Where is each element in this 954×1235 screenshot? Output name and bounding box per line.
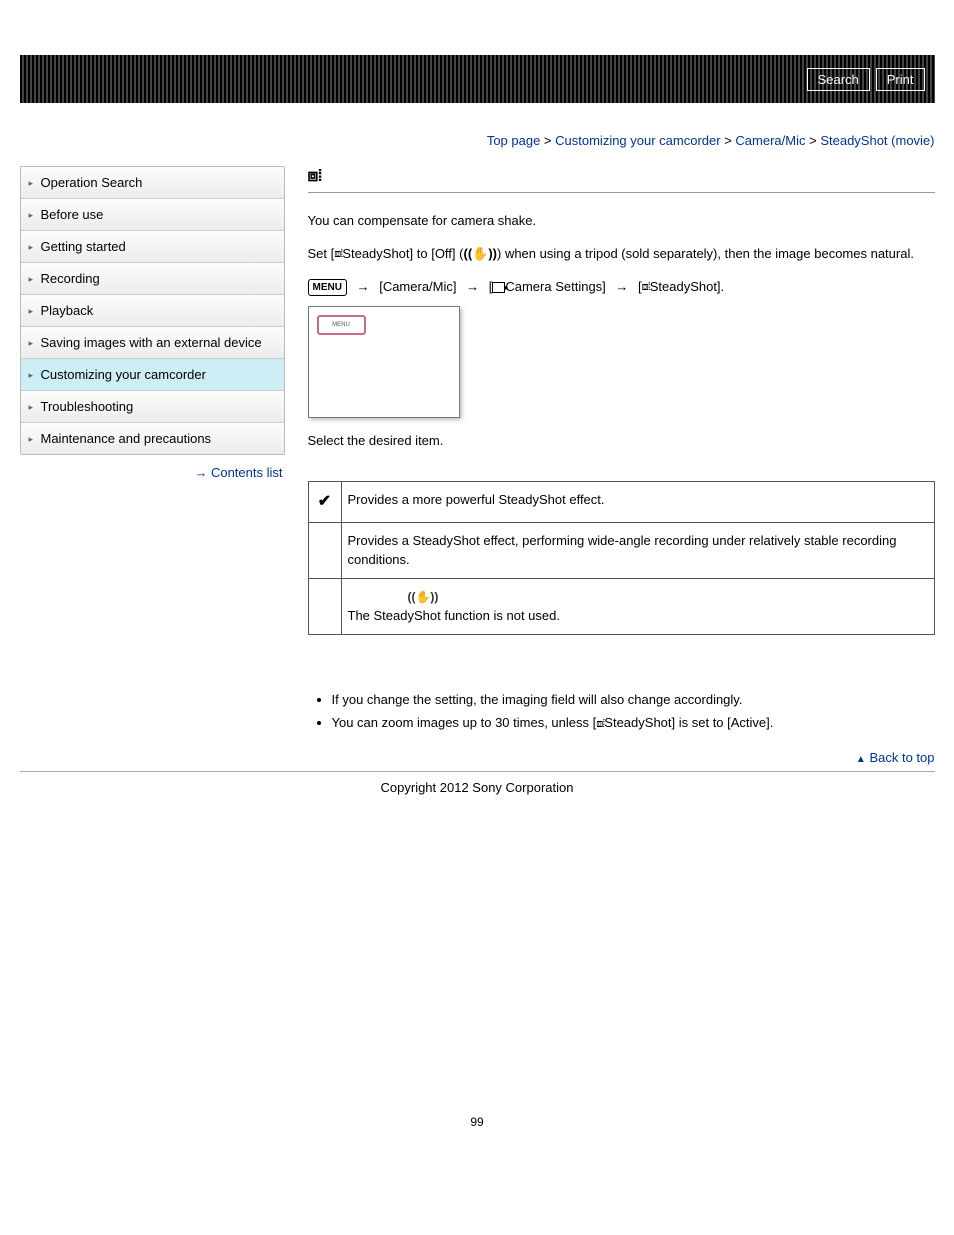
option-standard-desc: Provides a SteadyShot effect, performing… xyxy=(341,522,934,578)
main-content: ⧈⁞ You can compensate for camera shake. … xyxy=(308,166,935,767)
sidebar-item-operation-search[interactable]: Operation Search xyxy=(21,167,284,199)
film-icon-inline-2: ⧈⁞ xyxy=(642,279,650,296)
option-off-desc: ((✋)) The SteadyShot function is not use… xyxy=(341,578,934,634)
lcd-menu-highlight: MENU xyxy=(317,315,366,335)
sidebar-item-customizing[interactable]: Customizing your camcorder xyxy=(21,359,284,391)
sidebar: Operation Search Before use Getting star… xyxy=(20,166,285,455)
back-to-top-link[interactable]: Back to top xyxy=(869,750,934,765)
breadcrumb-top[interactable]: Top page xyxy=(487,133,541,148)
table-row: Provides a SteadyShot effect, performing… xyxy=(308,522,934,578)
checkmark-icon: ✔ xyxy=(318,493,331,510)
arrow-icon: → xyxy=(194,465,207,480)
table-row: ((✋)) The SteadyShot function is not use… xyxy=(308,578,934,634)
breadcrumb-customizing[interactable]: Customizing your camcorder xyxy=(555,133,720,148)
copyright: Copyright 2012 Sony Corporation xyxy=(20,780,935,795)
print-button[interactable]: Print xyxy=(876,68,925,91)
option-active-desc: Provides a more powerful SteadyShot effe… xyxy=(341,481,934,522)
breadcrumb: Top page > Customizing your camcorder > … xyxy=(20,133,935,148)
page-title: ⧈⁞ xyxy=(308,166,935,193)
intro-text-2: Set [⧈⁞SteadyShot] to [Off] (((✋))) when… xyxy=(308,244,935,264)
lcd-screenshot: MENU xyxy=(308,306,460,418)
breadcrumb-current: SteadyShot (movie) xyxy=(820,133,934,148)
camera-icon xyxy=(492,282,505,293)
note-1: If you change the setting, the imaging f… xyxy=(332,690,935,710)
select-instruction: Select the desired item. xyxy=(308,431,935,451)
sidebar-item-recording[interactable]: Recording xyxy=(21,263,284,295)
contents-list-wrap: → Contents list xyxy=(20,465,283,480)
sidebar-item-troubleshooting[interactable]: Troubleshooting xyxy=(21,391,284,423)
intro-text-1: You can compensate for camera shake. xyxy=(308,211,935,231)
menu-button-icon: MENU xyxy=(308,279,347,296)
sidebar-item-maintenance[interactable]: Maintenance and precautions xyxy=(21,423,284,454)
steadyshot-off-icon: ((✋)) xyxy=(463,244,497,264)
options-table: ✔ Provides a more powerful SteadyShot ef… xyxy=(308,481,935,635)
sidebar-item-playback[interactable]: Playback xyxy=(21,295,284,327)
breadcrumb-cameramic[interactable]: Camera/Mic xyxy=(735,133,805,148)
note-2: You can zoom images up to 30 times, unle… xyxy=(332,713,935,733)
search-button[interactable]: Search xyxy=(807,68,870,91)
table-row: ✔ Provides a more powerful SteadyShot ef… xyxy=(308,481,934,522)
up-triangle-icon: ▲ xyxy=(856,754,866,765)
contents-list-link[interactable]: Contents list xyxy=(211,465,283,480)
header-bar: Search Print xyxy=(20,55,935,103)
page-number: 99 xyxy=(20,1115,935,1129)
steadyshot-off-icon-2: ((✋)) xyxy=(408,588,439,606)
menu-path: MENU → [Camera/Mic] → [Camera Settings] … xyxy=(308,277,935,297)
film-icon: ⧈⁞ xyxy=(308,166,322,185)
notes-list: If you change the setting, the imaging f… xyxy=(318,690,935,733)
sidebar-item-getting-started[interactable]: Getting started xyxy=(21,231,284,263)
sidebar-item-saving-images[interactable]: Saving images with an external device xyxy=(21,327,284,359)
sidebar-item-before-use[interactable]: Before use xyxy=(21,199,284,231)
footer-separator xyxy=(20,771,935,772)
back-to-top: ▲ Back to top xyxy=(308,748,935,768)
